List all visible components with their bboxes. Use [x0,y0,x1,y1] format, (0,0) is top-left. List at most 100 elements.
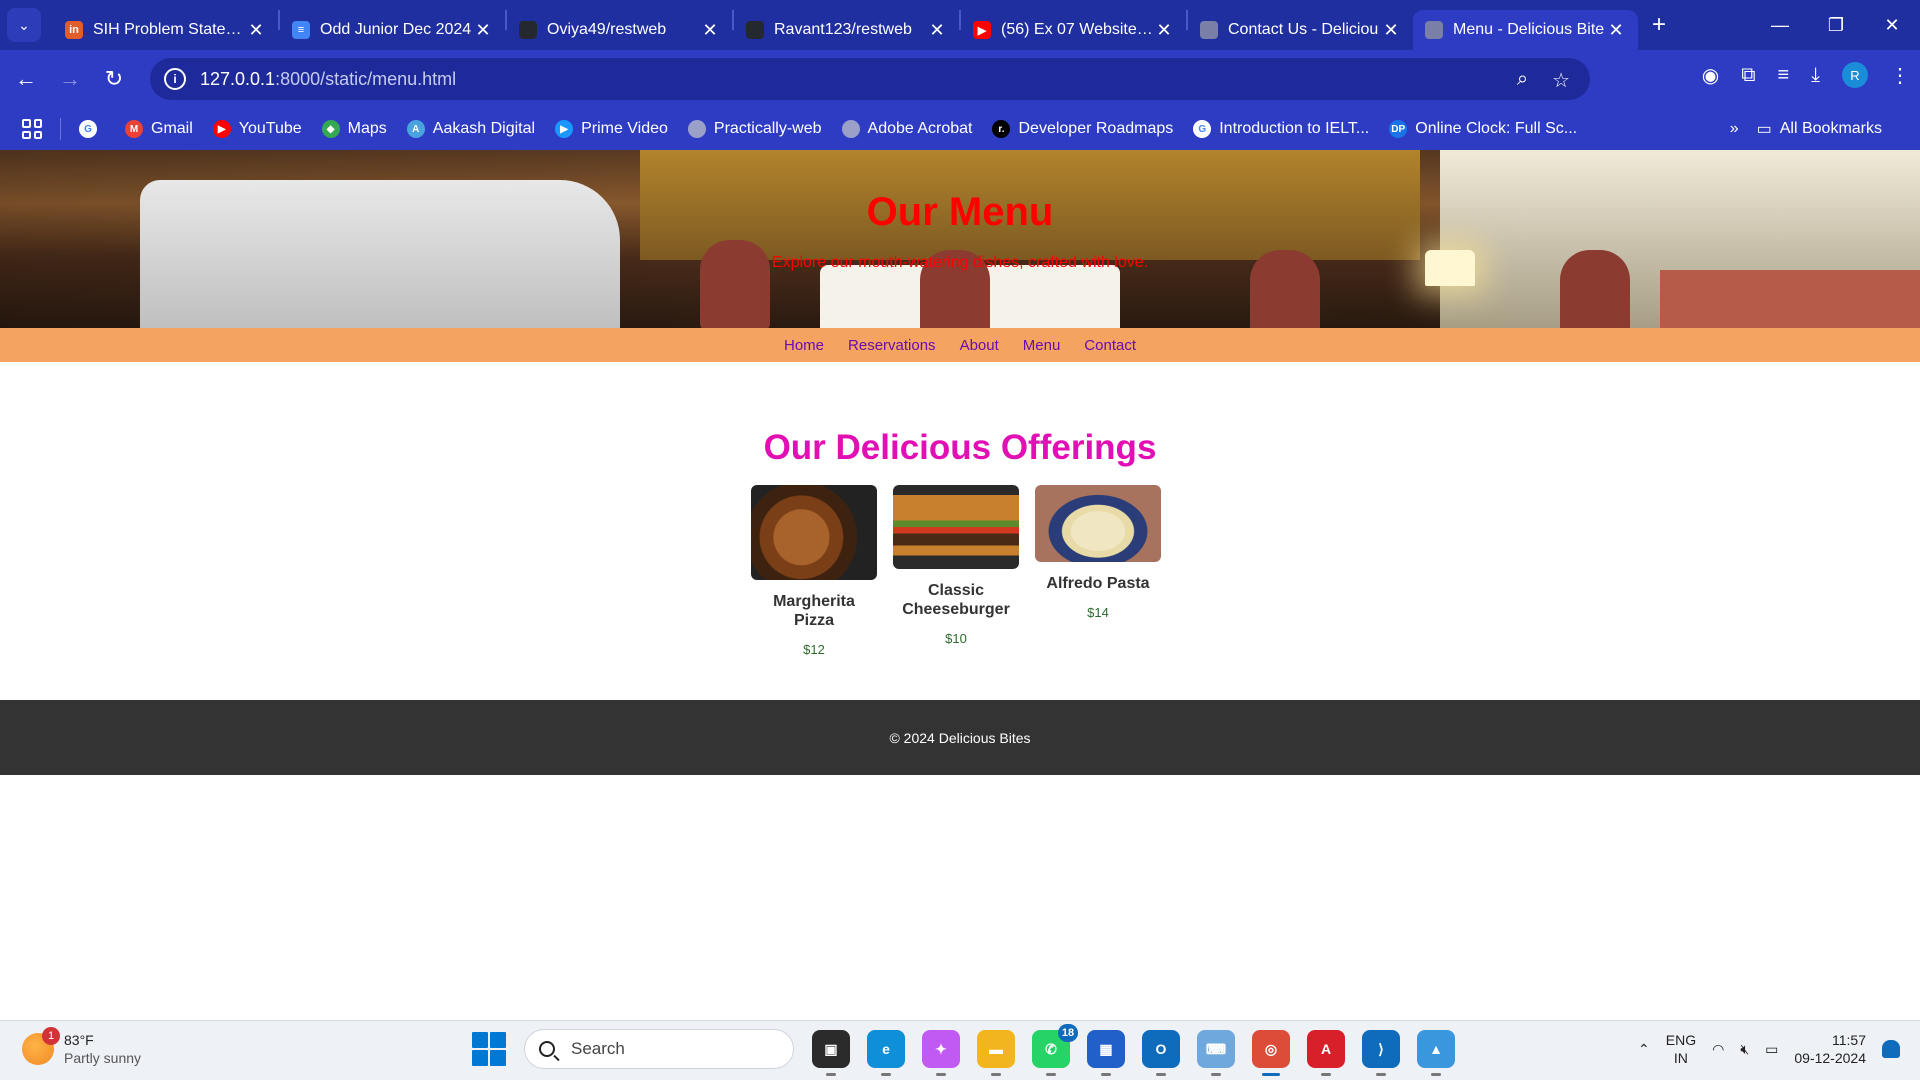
bookmarks-divider [60,118,61,140]
bookmark-item[interactable]: M Gmail [125,120,193,138]
bookmark-item[interactable]: A Aakash Digital [406,120,535,138]
store-icon[interactable]: ▦ [1087,1030,1125,1076]
more-bookmarks-icon[interactable]: » [1730,120,1739,138]
browser-tab[interactable]: Oviya49/restweb ✕ [507,10,732,50]
weather-badge: 1 [42,1027,60,1045]
taskbar-search[interactable]: Search [524,1029,794,1069]
tab-title: Ravant123/restweb [774,21,912,38]
tab-close-icon[interactable]: ✕ [700,20,720,41]
copilot-icon[interactable]: ✦ [922,1030,960,1076]
tab-favicon-icon [1200,21,1218,39]
hero-banner: Our Menu Explore our mouth-watering dish… [0,150,1920,328]
nav-home[interactable]: Home [784,337,824,354]
chrome-icon[interactable]: ◎ [1252,1030,1290,1076]
acrobat-icon[interactable]: A [1307,1030,1345,1076]
profile-avatar[interactable]: R [1842,62,1868,88]
clock[interactable]: 11:57 09-12-2024 [1794,1031,1866,1067]
app-glyph: ✦ [935,1040,947,1057]
site-info-icon[interactable]: i [164,68,186,90]
maps-icon: ◆ [321,120,340,138]
edge-icon[interactable]: e [867,1030,905,1076]
close-window-icon[interactable]: ✕ [1864,15,1920,36]
bookmark-item[interactable]: r. Developer Roadmaps [992,120,1173,138]
minimize-icon[interactable]: — [1752,15,1808,36]
url-host: 127.0.0.1 [200,68,276,89]
app-running-indicator [826,1073,836,1076]
chevron-up-icon[interactable]: ⌃ [1638,1041,1650,1058]
restore-icon[interactable]: ❐ [1808,15,1864,36]
lang-region: IN [1673,1050,1688,1066]
bookmark-item[interactable]: ▶ Prime Video [555,120,668,138]
forward-button[interactable]: → [52,61,88,97]
tab-close-icon[interactable]: ✕ [1606,20,1626,41]
address-bar[interactable]: i 127.0.0.1:8000/static/menu.html ⌕ ☆ [150,58,1590,100]
zoom-icon[interactable]: ⌕ [1517,68,1528,93]
app-running-indicator [1431,1073,1441,1076]
tab-close-icon[interactable]: ✕ [1154,20,1174,41]
more-menu-icon[interactable]: ⋮ [1890,63,1910,88]
wifi-icon[interactable]: ◠ [1712,1041,1724,1058]
nav-contact[interactable]: Contact [1084,337,1136,354]
offerings-title: Our Delicious Offerings [763,428,1157,467]
browser-tab[interactable]: Contact Us - Deliciou ✕ [1188,10,1413,50]
tab-close-icon[interactable]: ✕ [1381,20,1401,41]
menu-item-name: Alfredo Pasta [1046,575,1150,592]
media-icon[interactable]: ≡ [1777,64,1789,87]
photos-icon[interactable]: ▲ [1417,1030,1455,1076]
app-running-indicator [1321,1073,1331,1076]
language-indicator[interactable]: ENG IN [1666,1031,1696,1067]
browser-tab[interactable]: ≡ Odd Junior Dec 2024 ✕ [280,10,505,50]
battery-icon[interactable]: ▭ [1765,1041,1778,1058]
app-glyph: ◎ [1264,1040,1278,1057]
dp-icon: DP [1389,120,1408,138]
bookmark-item[interactable]: G [79,120,105,138]
bookmark-item[interactable]: Adobe Acrobat [841,120,972,138]
bookmark-label: YouTube [238,120,302,137]
app-running-indicator [1046,1073,1056,1076]
clock-time: 11:57 [1832,1032,1866,1048]
nav-about[interactable]: About [960,337,999,354]
tab-close-icon[interactable]: ✕ [473,20,493,41]
browser-tab[interactable]: ▶ (56) Ex 07 Website fo ✕ [961,10,1186,50]
weather-widget[interactable]: 1 83°F Partly sunny [22,1027,141,1067]
download-icon[interactable]: ⤓ [1811,64,1820,87]
file-explorer-icon[interactable]: ▬ [977,1030,1015,1076]
bookmark-item[interactable]: ◆ Maps [321,120,387,138]
tab-close-icon[interactable]: ✕ [927,20,947,41]
bookmark-item[interactable]: DP Online Clock: Full Sc... [1389,120,1577,138]
menu-item-burger: Classic Cheeseburger $10 [893,485,1019,646]
bookmark-star-icon[interactable]: ☆ [1552,68,1570,93]
pasta-image [1035,485,1161,562]
task-view-icon[interactable]: ▣ [812,1030,850,1076]
bookmark-item[interactable]: G Introduction to IELT... [1193,120,1369,138]
start-button[interactable] [472,1032,506,1066]
browser-tab[interactable]: in SIH Problem Stateme ✕ [53,10,278,50]
all-bookmarks-button[interactable]: ▭ All Bookmarks [1757,119,1882,139]
apps-grid-icon[interactable] [22,119,42,139]
speaker-muted-icon[interactable]: 🔇︎ [1740,1041,1749,1058]
globe-icon [687,120,706,138]
back-button[interactable]: ← [8,61,44,97]
url-path: :8000/static/menu.html [275,68,457,89]
google-icon: G [1193,120,1212,138]
taskbar-apps: Search ▣ e ✦ ▬ ✆ 18 ▦ O ⌨ ◎ A ⟩ ▲ [472,1024,1455,1076]
tab-favicon-icon: ▶ [973,21,991,39]
new-tab-button[interactable]: + [1652,11,1666,39]
bookmark-item[interactable]: Practically-web [687,120,822,138]
incognito-icon[interactable]: ◉ [1702,63,1719,88]
bookmark-item[interactable]: ▶ YouTube [212,120,302,138]
footer-text: © 2024 Delicious Bites [889,729,1031,746]
reload-button[interactable]: ↻ [96,61,132,97]
extensions-icon[interactable]: ⧉ [1741,64,1755,87]
tab-search-button[interactable]: ⌄ [7,8,41,42]
nav-reservations[interactable]: Reservations [848,337,936,354]
tab-close-icon[interactable]: ✕ [246,20,266,41]
whatsapp-icon[interactable]: ✆ 18 [1032,1024,1078,1076]
browser-tab[interactable]: Menu - Delicious Bite ✕ [1413,10,1638,50]
notification-bell-icon[interactable] [1882,1040,1900,1058]
outlook-icon[interactable]: O [1142,1030,1180,1076]
vscode-icon[interactable]: ⟩ [1362,1030,1400,1076]
onscreen-icon[interactable]: ⌨ [1197,1030,1235,1076]
browser-tab[interactable]: Ravant123/restweb ✕ [734,10,959,50]
nav-menu[interactable]: Menu [1023,337,1061,354]
